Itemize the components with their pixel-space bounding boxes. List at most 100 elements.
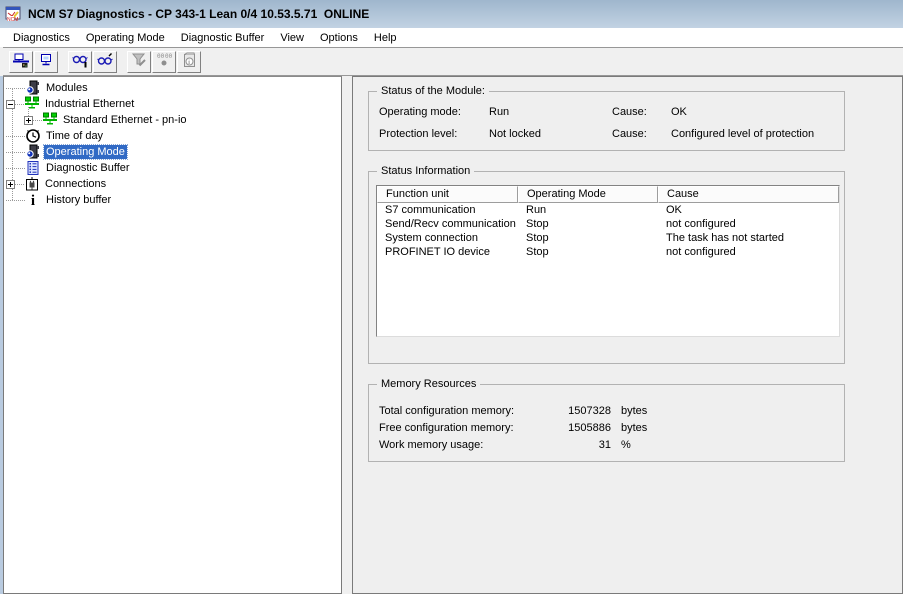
update-icon — [97, 52, 113, 71]
buffer-icon — [25, 160, 41, 176]
column-header-operating-mode[interactable]: Operating Mode — [518, 186, 658, 203]
work-memory-usage-label: Work memory usage: — [379, 439, 551, 451]
group-title: Status Information — [377, 165, 474, 177]
cyclic-update-button[interactable] — [68, 51, 92, 73]
app-window: NCM NCM S7 Diagnostics - CP 343-1 Lean 0… — [0, 0, 903, 594]
filter-button[interactable] — [127, 51, 151, 73]
cell-cause: not configured — [658, 245, 839, 259]
cyclic-update-icon — [72, 52, 88, 71]
tree-item-time-of-day[interactable]: Time of day — [6, 128, 341, 144]
cell-operating-mode: Stop — [518, 245, 658, 259]
ethernet-icon — [42, 112, 58, 128]
cell-cause: OK — [658, 203, 839, 217]
toolbar: 00 00 i — [3, 47, 903, 76]
cause-label: Cause: — [612, 128, 671, 140]
module-icon — [25, 144, 41, 160]
tree-item-label: Industrial Ethernet — [43, 97, 136, 111]
tree-item-standard-ethernet[interactable]: Standard Ethernet - pn-io — [6, 112, 341, 128]
update-button[interactable] — [93, 51, 117, 73]
tree-connector — [6, 168, 25, 169]
tree-item-label: Connections — [43, 177, 108, 191]
tree-connector — [15, 184, 24, 185]
menu-operating-mode[interactable]: Operating Mode — [78, 30, 173, 46]
tree-item-label: History buffer — [44, 193, 113, 207]
connect-online-icon — [13, 52, 29, 71]
expand-minus-icon[interactable] — [6, 100, 15, 109]
cell-function-unit: Send/Recv communication — [377, 217, 518, 231]
work-memory-usage-unit: % — [611, 439, 838, 451]
module-information-icon: i — [181, 52, 197, 71]
panel-splitter[interactable] — [342, 76, 352, 594]
cell-cause: The task has not started — [658, 231, 839, 245]
total-config-memory-label: Total configuration memory: — [379, 405, 551, 417]
free-config-memory-value: 1505886 — [551, 422, 611, 434]
title-bar: NCM NCM S7 Diagnostics - CP 343-1 Lean 0… — [0, 0, 903, 28]
menu-bar: Diagnostics Operating Mode Diagnostic Bu… — [0, 28, 903, 47]
svg-text:NCM: NCM — [7, 17, 18, 22]
main-content: Modules Industrial Ethernet — [0, 76, 903, 594]
tree-item-diagnostic-buffer[interactable]: Diagnostic Buffer — [6, 160, 341, 176]
work-memory-usage-value: 31 — [551, 439, 611, 451]
protection-level-label: Protection level: — [379, 128, 489, 140]
table-row[interactable]: Send/Recv communication Stop not configu… — [377, 217, 839, 231]
tree-item-label: Operating Mode — [44, 145, 127, 159]
column-header-cause[interactable]: Cause — [658, 186, 839, 203]
station-button[interactable] — [34, 51, 58, 73]
module-icon — [25, 80, 41, 96]
clock-icon — [25, 128, 41, 144]
expand-plus-icon[interactable] — [6, 180, 15, 189]
status-information-group: Status Information Function unit Operati… — [368, 171, 845, 364]
module-information-button[interactable]: i — [177, 51, 201, 73]
table-row[interactable]: System connection Stop The task has not … — [377, 231, 839, 245]
svg-text:00: 00 — [157, 53, 165, 60]
info-icon: i — [25, 192, 41, 208]
menu-diagnostic-buffer[interactable]: Diagnostic Buffer — [173, 30, 273, 46]
tree-connector — [6, 136, 25, 137]
tree-item-history-buffer[interactable]: i History buffer — [6, 192, 341, 208]
menu-diagnostics[interactable]: Diagnostics — [5, 30, 78, 46]
group-title: Status of the Module: — [377, 85, 489, 97]
operating-mode-value: Run — [489, 106, 612, 118]
svg-text:i: i — [31, 193, 35, 208]
tree-item-modules[interactable]: Modules — [6, 80, 341, 96]
operating-mode-label: Operating mode: — [379, 106, 489, 118]
status-information-list: Function unit Operating Mode Cause S7 co… — [376, 185, 840, 337]
total-config-memory-value: 1507328 — [551, 405, 611, 417]
tree-connector — [6, 152, 25, 153]
app-icon: NCM — [5, 6, 22, 22]
counters-button[interactable]: 00 00 — [152, 51, 176, 73]
menu-view[interactable]: View — [272, 30, 312, 46]
filter-edit-icon — [131, 52, 147, 71]
tree-connector — [6, 88, 25, 89]
table-row[interactable]: PROFINET IO device Stop not configured — [377, 245, 839, 259]
memory-resources-group: Memory Resources Total configuration mem… — [368, 384, 845, 462]
table-row[interactable]: S7 communication Run OK — [377, 203, 839, 217]
cell-operating-mode: Stop — [518, 217, 658, 231]
connect-online-button[interactable] — [9, 51, 33, 73]
tree-connector — [15, 104, 24, 105]
tree-connector — [6, 200, 25, 201]
expand-plus-icon[interactable] — [24, 116, 33, 125]
total-config-memory-unit: bytes — [611, 405, 838, 417]
details-panel: Status of the Module: Operating mode: Ru… — [352, 76, 903, 594]
cell-function-unit: System connection — [377, 231, 518, 245]
column-header-function-unit[interactable]: Function unit — [377, 186, 518, 203]
menu-help[interactable]: Help — [366, 30, 405, 46]
tree-item-label: Modules — [44, 81, 90, 95]
station-icon — [38, 52, 54, 71]
tree-item-industrial-ethernet[interactable]: Industrial Ethernet — [6, 96, 341, 112]
list-header: Function unit Operating Mode Cause — [377, 186, 839, 203]
ethernet-icon — [24, 96, 40, 112]
cell-cause: not configured — [658, 217, 839, 231]
diagnostics-tree: Modules Industrial Ethernet — [3, 76, 342, 594]
module-status-group: Status of the Module: Operating mode: Ru… — [368, 91, 845, 151]
menu-options[interactable]: Options — [312, 30, 366, 46]
svg-text:00: 00 — [165, 53, 172, 60]
protection-level-value: Not locked — [489, 128, 612, 140]
tree-item-operating-mode[interactable]: Operating Mode — [6, 144, 341, 160]
group-title: Memory Resources — [377, 378, 480, 390]
counters-icon: 00 00 — [156, 52, 172, 71]
tree-item-connections[interactable]: Connections — [6, 176, 341, 192]
cell-function-unit: PROFINET IO device — [377, 245, 518, 259]
tree-item-label: Time of day — [44, 129, 105, 143]
